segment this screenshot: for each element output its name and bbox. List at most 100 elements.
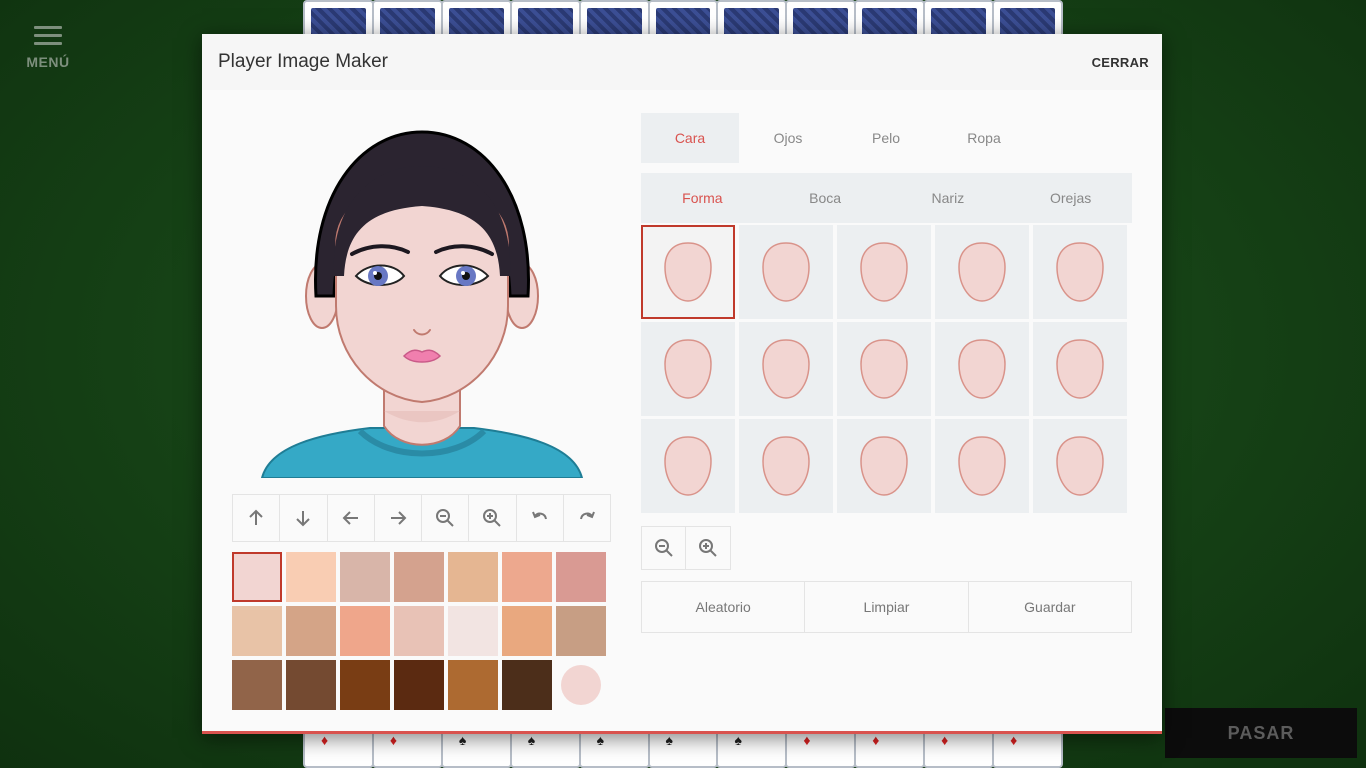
face-shape-option[interactable]: [935, 419, 1029, 513]
move-down-button[interactable]: [280, 495, 328, 541]
face-shape-option[interactable]: [739, 419, 833, 513]
tab-pelo[interactable]: Pelo: [837, 113, 935, 163]
face-shape-option[interactable]: [641, 225, 735, 319]
face-shape-icon: [860, 339, 908, 399]
zoom-out-icon: [436, 509, 454, 527]
skin-color-swatch[interactable]: [232, 552, 282, 602]
move-right-button[interactable]: [375, 495, 422, 541]
card[interactable]: [923, 728, 995, 768]
face-shape-option[interactable]: [935, 225, 1029, 319]
custom-color-picker[interactable]: [561, 665, 601, 705]
rotate-left-button[interactable]: [517, 495, 564, 541]
card[interactable]: [578, 728, 650, 768]
face-shape-icon: [762, 242, 810, 302]
face-shape-grid: [641, 225, 1132, 513]
tab-ropa[interactable]: Ropa: [935, 113, 1033, 163]
card[interactable]: [854, 728, 926, 768]
save-button[interactable]: Guardar: [968, 582, 1131, 632]
skin-color-swatch[interactable]: [448, 606, 498, 656]
player-hand: [303, 728, 1063, 768]
arrow-right-icon: [390, 511, 407, 525]
move-left-button[interactable]: [328, 495, 375, 541]
skin-color-swatch[interactable]: [556, 552, 606, 602]
skin-color-swatch[interactable]: [340, 552, 390, 602]
skin-color-swatch[interactable]: [232, 660, 282, 710]
card[interactable]: [647, 728, 719, 768]
skin-color-swatch[interactable]: [556, 606, 606, 656]
face-shape-icon: [860, 436, 908, 496]
skin-color-swatch[interactable]: [394, 606, 444, 656]
subtab-nariz[interactable]: Nariz: [887, 173, 1010, 223]
menu-button[interactable]: MENÚ: [22, 26, 74, 74]
skin-color-swatch[interactable]: [448, 660, 498, 710]
arrow-down-icon: [296, 511, 311, 527]
skin-color-swatch[interactable]: [340, 660, 390, 710]
player-image-maker-dialog: Player Image Maker CERRAR Cara Ojos Pelo…: [202, 34, 1162, 734]
card[interactable]: [992, 728, 1063, 768]
tab-cara[interactable]: Cara: [641, 113, 739, 163]
face-shape-icon: [958, 339, 1006, 399]
skin-color-swatch[interactable]: [286, 660, 336, 710]
card[interactable]: [785, 728, 857, 768]
face-shape-option[interactable]: [1033, 225, 1127, 319]
subtab-orejas[interactable]: Orejas: [1009, 173, 1132, 223]
avatar-preview: [260, 126, 584, 479]
face-shape-option[interactable]: [837, 322, 931, 416]
action-buttons: Aleatorio Limpiar Guardar: [641, 581, 1132, 633]
skin-color-palette: [232, 552, 612, 710]
pass-button[interactable]: PASAR: [1165, 708, 1357, 758]
face-shape-option[interactable]: [641, 322, 735, 416]
face-shape-icon: [1056, 436, 1104, 496]
face-shape-icon: [762, 339, 810, 399]
card[interactable]: [440, 728, 512, 768]
avatar-illustration: [260, 130, 584, 479]
skin-color-swatch[interactable]: [394, 660, 444, 710]
hamburger-icon: [34, 26, 62, 46]
card[interactable]: [509, 728, 581, 768]
face-shape-option[interactable]: [837, 225, 931, 319]
face-shape-option[interactable]: [739, 225, 833, 319]
face-shape-option[interactable]: [1033, 322, 1127, 416]
redo-icon: [579, 511, 595, 520]
rotate-right-button[interactable]: [564, 495, 610, 541]
skin-color-swatch[interactable]: [394, 552, 444, 602]
face-shape-icon: [958, 242, 1006, 302]
zoom-out-icon: [654, 539, 673, 557]
skin-color-swatch[interactable]: [340, 606, 390, 656]
skin-color-swatch[interactable]: [502, 606, 552, 656]
face-shape-icon: [664, 436, 712, 496]
face-shape-icon: [664, 339, 712, 399]
face-shape-option[interactable]: [641, 419, 735, 513]
card[interactable]: [716, 728, 788, 768]
subtab-forma[interactable]: Forma: [641, 173, 764, 223]
subcategory-tabs: Forma Boca Nariz Orejas: [641, 173, 1132, 223]
arrow-left-icon: [342, 511, 358, 525]
zoom-in-icon: [699, 539, 717, 557]
tab-ojos[interactable]: Ojos: [739, 113, 837, 163]
face-shape-option[interactable]: [1033, 419, 1127, 513]
card[interactable]: [371, 728, 443, 768]
subtab-boca[interactable]: Boca: [764, 173, 887, 223]
face-shape-icon: [664, 242, 712, 302]
card[interactable]: [303, 728, 374, 768]
grid-zoom-out-button[interactable]: [642, 527, 686, 569]
face-shape-option[interactable]: [935, 322, 1029, 416]
menu-label: MENÚ: [26, 54, 70, 70]
skin-color-swatch[interactable]: [502, 552, 552, 602]
clear-button[interactable]: Limpiar: [805, 582, 969, 632]
skin-color-swatch[interactable]: [502, 660, 552, 710]
zoom-out-button[interactable]: [422, 495, 470, 541]
face-shape-option[interactable]: [837, 419, 931, 513]
random-button[interactable]: Aleatorio: [642, 582, 806, 632]
close-button[interactable]: CERRAR: [1092, 55, 1149, 70]
zoom-in-button[interactable]: [469, 495, 517, 541]
dialog-title: Player Image Maker: [218, 51, 389, 72]
grid-zoom-in-button[interactable]: [686, 527, 730, 569]
face-shape-option[interactable]: [739, 322, 833, 416]
face-shape-icon: [860, 242, 908, 302]
skin-color-swatch[interactable]: [448, 552, 498, 602]
move-up-button[interactable]: [233, 495, 281, 541]
skin-color-swatch[interactable]: [286, 552, 336, 602]
skin-color-swatch[interactable]: [286, 606, 336, 656]
skin-color-swatch[interactable]: [232, 606, 282, 656]
